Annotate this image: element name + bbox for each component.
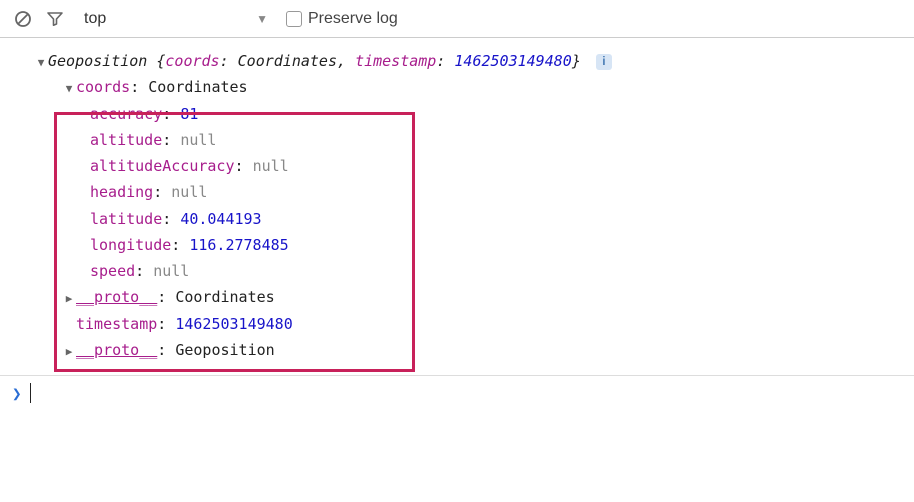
console-prompt[interactable]: ❯	[0, 375, 914, 410]
property-row: altitude: null	[12, 127, 902, 153]
console-output: ▼Geoposition {coords: Coordinates, times…	[0, 38, 914, 410]
property-row: longitude: 116.2778485	[12, 232, 902, 258]
property-row: speed: null	[12, 258, 902, 284]
coords-header[interactable]: ▼coords: Coordinates	[12, 74, 902, 100]
info-icon[interactable]: i	[596, 54, 612, 70]
text-cursor	[30, 383, 32, 403]
context-selector[interactable]: top ▼	[76, 7, 276, 31]
property-row: altitudeAccuracy: null	[12, 153, 902, 179]
caret-down-icon[interactable]: ▼	[62, 79, 76, 98]
proto-row[interactable]: ▶__proto__: Geoposition	[12, 337, 902, 363]
caret-right-icon[interactable]: ▶	[62, 289, 76, 308]
proto-row[interactable]: ▶__proto__: Coordinates	[12, 284, 902, 310]
object-header[interactable]: ▼Geoposition {coords: Coordinates, times…	[12, 48, 902, 74]
clear-console-icon[interactable]	[12, 8, 34, 30]
filter-icon[interactable]	[44, 8, 66, 30]
preserve-log-label: Preserve log	[308, 10, 398, 28]
object-class: Geoposition	[48, 52, 147, 70]
caret-right-icon[interactable]: ▶	[62, 342, 76, 361]
property-row: timestamp: 1462503149480	[12, 311, 902, 337]
property-row: accuracy: 81	[12, 101, 902, 127]
property-row: heading: null	[12, 179, 902, 205]
preserve-log-toggle[interactable]: Preserve log	[286, 10, 398, 28]
prompt-chevron-icon: ❯	[12, 384, 22, 403]
chevron-down-icon: ▼	[256, 12, 268, 26]
context-label: top	[84, 10, 106, 28]
console-toolbar: top ▼ Preserve log	[0, 0, 914, 38]
caret-down-icon[interactable]: ▼	[34, 53, 48, 72]
property-row: latitude: 40.044193	[12, 206, 902, 232]
console-input[interactable]	[39, 382, 902, 404]
checkbox-icon	[286, 11, 302, 27]
